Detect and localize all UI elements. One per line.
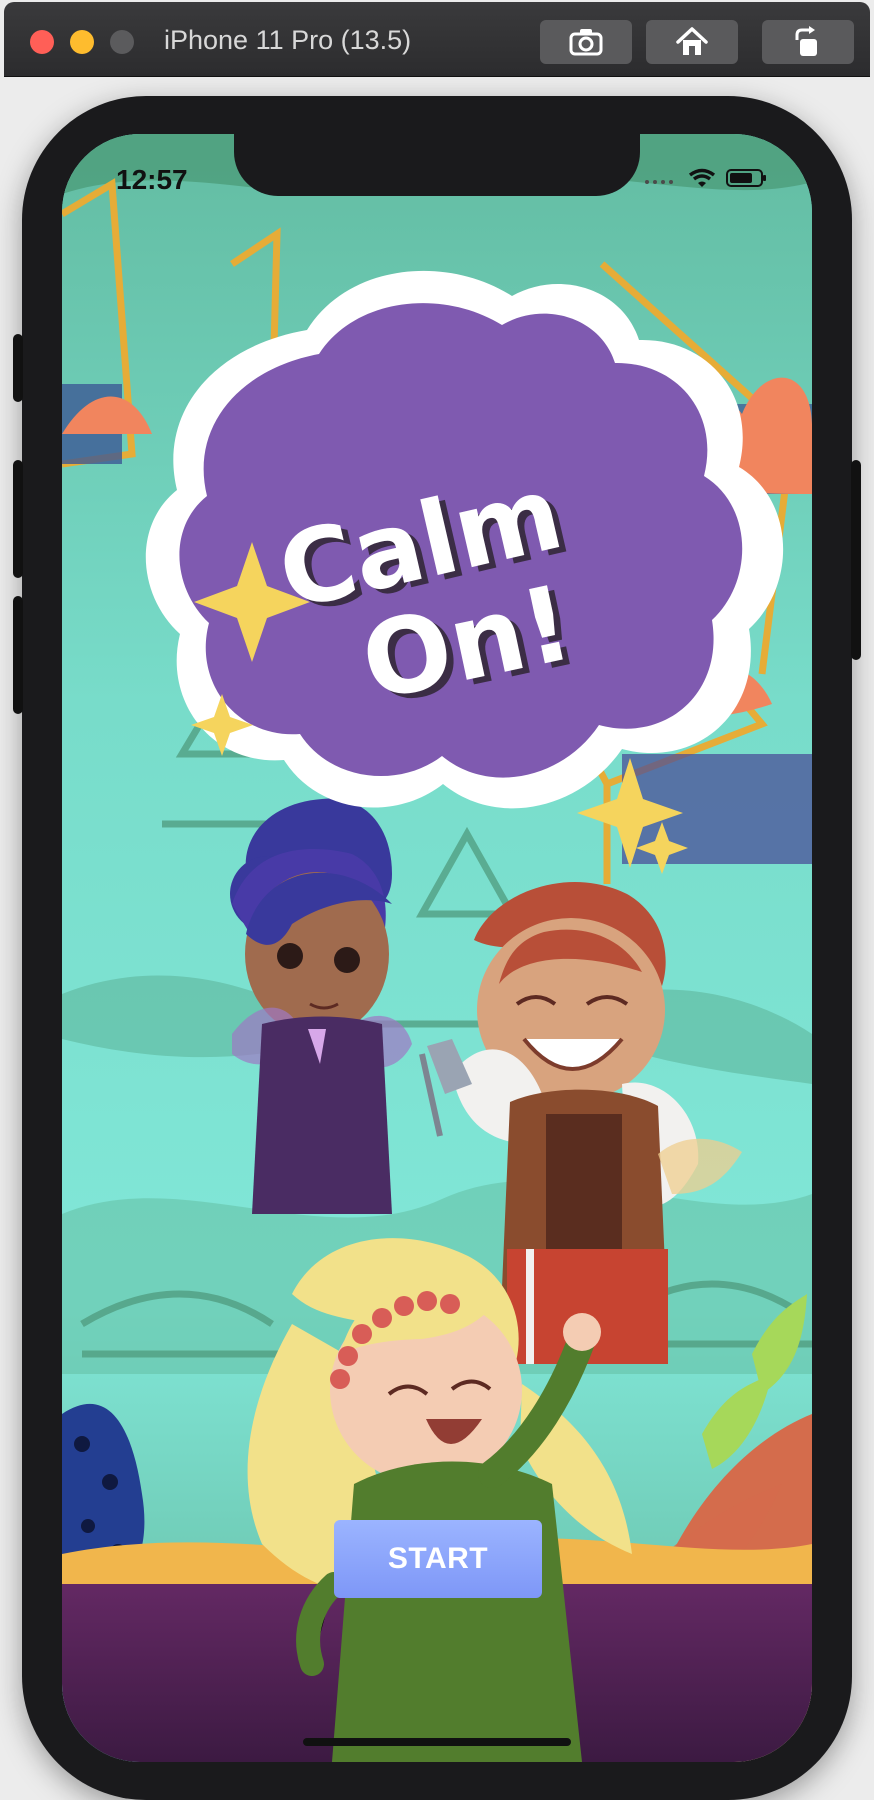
window-title: iPhone 11 Pro (13.5) xyxy=(164,25,412,55)
power-button xyxy=(851,460,861,660)
cellular-signal-icon xyxy=(645,180,673,184)
status-icons xyxy=(644,168,768,188)
status-time: 12:57 xyxy=(116,164,188,195)
rotate-button[interactable] xyxy=(762,20,854,64)
logo: Calm On! xyxy=(202,414,672,794)
notch xyxy=(234,134,640,196)
phone-screen: Calm On! 12:57 START xyxy=(62,134,812,1762)
screenshot-button[interactable] xyxy=(540,20,632,64)
home-indicator[interactable] xyxy=(303,1738,571,1746)
volume-down-button xyxy=(13,596,23,714)
simulator-title-bar: iPhone 11 Pro (13.5) xyxy=(4,2,870,76)
maximize-window-button[interactable] xyxy=(110,30,134,54)
minimize-window-button[interactable] xyxy=(70,30,94,54)
home-icon xyxy=(676,27,708,55)
start-button[interactable]: START xyxy=(334,1520,542,1598)
rotate-icon xyxy=(795,26,817,56)
home-button[interactable] xyxy=(646,20,738,64)
volume-up-button xyxy=(13,460,23,578)
camera-icon xyxy=(569,29,603,56)
battery-icon xyxy=(726,169,766,187)
close-window-button[interactable] xyxy=(30,30,54,54)
wifi-icon xyxy=(688,168,716,187)
mute-switch xyxy=(13,334,23,402)
splash-illustration xyxy=(62,134,812,1762)
